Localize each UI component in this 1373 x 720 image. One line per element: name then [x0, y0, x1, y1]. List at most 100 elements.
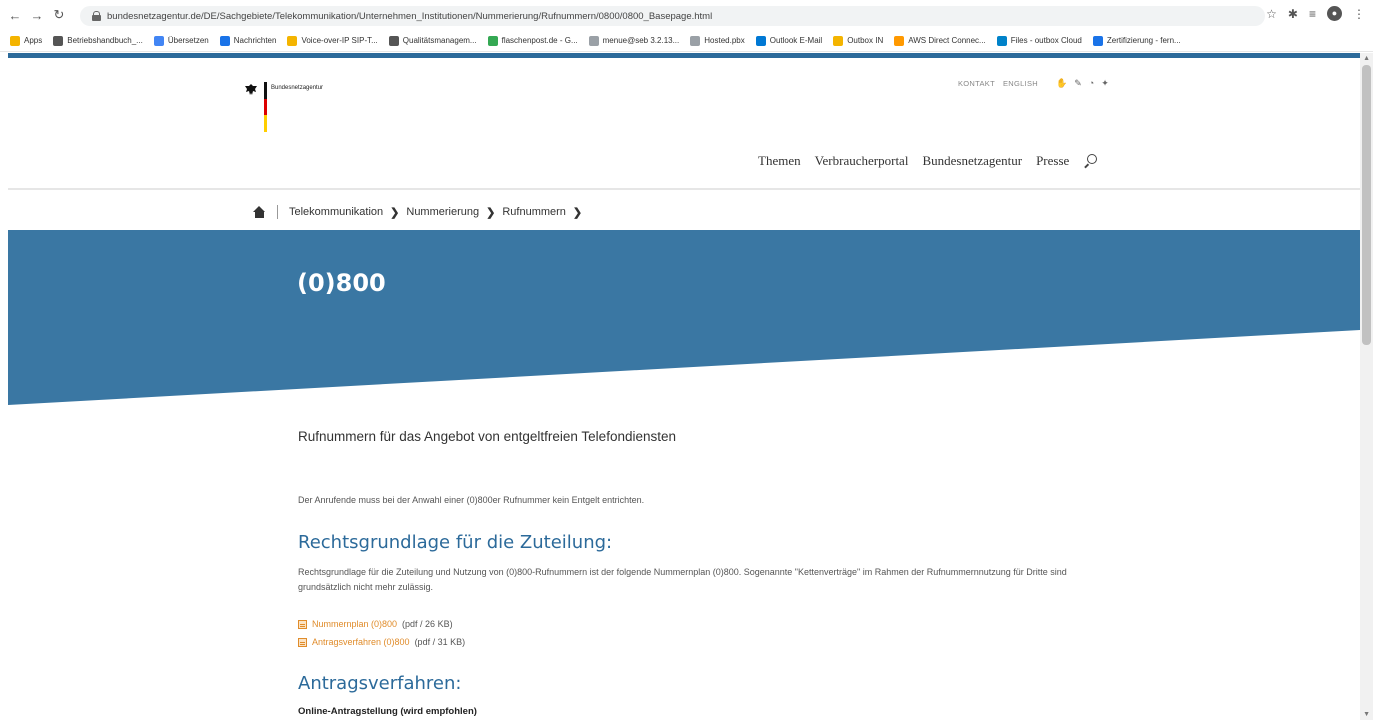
bookmark-label: AWS Direct Connec... [908, 36, 986, 45]
nav-themen[interactable]: Themen [758, 153, 801, 169]
menu-icon[interactable]: ⋮ [1353, 7, 1365, 21]
bookmark-label: Outbox IN [847, 36, 884, 45]
nav-verbraucherportal[interactable]: Verbraucherportal [815, 153, 909, 169]
bookmark-item[interactable]: flaschenpost.de - G... [487, 35, 578, 46]
extension-icon[interactable]: ✱ [1288, 7, 1298, 21]
bookmark-favicon-icon [894, 35, 905, 46]
back-icon[interactable]: ← [4, 8, 26, 23]
site-logo[interactable]: Bundesnetzagentur [244, 82, 324, 133]
bookmark-item[interactable]: Hosted.pbx [690, 35, 745, 46]
bookmark-item[interactable]: Übersetzen [153, 35, 209, 46]
bookmark-label: Übersetzen [167, 36, 209, 45]
forward-icon[interactable]: → [26, 8, 48, 23]
bookmark-label: Voice-over-IP SIP-T... [301, 36, 378, 45]
home-icon[interactable] [253, 206, 266, 218]
page-top-stripe [8, 53, 1360, 58]
chevron-right-icon: ❯ [486, 206, 496, 219]
service-link-kontakt[interactable]: KONTAKT [958, 79, 995, 88]
bookmark-item[interactable]: Apps [10, 35, 43, 46]
pdf-icon [298, 637, 307, 647]
section-heading-rechtsgrundlage: Rechtsgrundlage für die Zuteilung: [298, 532, 613, 553]
chevron-right-icon: ❯ [390, 206, 400, 219]
rss-icon[interactable]: ◔ [1089, 78, 1094, 89]
header-divider [8, 188, 1360, 190]
browser-toolbar: ← → ↻ bundesnetzagentur.de/DE/Sachgebiet… [0, 0, 1373, 30]
bookmark-label: Outlook E-Mail [769, 36, 823, 45]
intro-text: Der Anrufende muss bei der Anwahl einer … [298, 495, 645, 505]
bookmarks-bar: Apps Betriebshandbuch_... Übersetzen Nachri… [0, 30, 1373, 52]
star-icon[interactable]: ☆ [1266, 7, 1277, 21]
scrollbar-thumb[interactable] [1362, 65, 1371, 345]
scroll-down-icon[interactable]: ▼ [1363, 711, 1370, 718]
bookmark-item[interactable]: menue@seb 3.2.13... [588, 35, 680, 46]
profile-icon[interactable]: ● [1327, 6, 1342, 21]
bookmark-label: Betriebshandbuch_... [67, 36, 143, 45]
url-text[interactable]: bundesnetzagentur.de/DE/Sachgebiete/Tele… [107, 11, 712, 22]
german-flag-bar [264, 82, 267, 133]
breadcrumb: Telekommunikation ❯ Nummerierung ❯ Rufnu… [253, 205, 582, 219]
twitter-icon[interactable]: ✦ [1101, 78, 1109, 89]
download-item: Antragsverfahren (0)800 (pdf / 31 KB) [298, 633, 465, 651]
bookmark-item[interactable]: Betriebshandbuch_... [53, 35, 143, 46]
bookmark-label: menue@seb 3.2.13... [602, 36, 680, 45]
search-icon[interactable] [1083, 154, 1098, 168]
logo-text: Bundesnetzagentur [271, 85, 324, 91]
lock-icon [92, 11, 101, 21]
bookmark-item[interactable]: AWS Direct Connec... [894, 35, 986, 46]
breadcrumb-rufnummern[interactable]: Rufnummern [502, 206, 566, 218]
address-bar[interactable]: bundesnetzagentur.de/DE/Sachgebiete/Tele… [80, 6, 1265, 26]
pdf-icon [298, 619, 307, 629]
bookmark-label: Nachrichten [233, 36, 277, 45]
download-link-antragsverfahren[interactable]: Antragsverfahren (0)800 [312, 637, 410, 647]
bookmark-favicon-icon [996, 35, 1007, 46]
bookmark-label: flaschenpost.de - G... [501, 36, 578, 45]
scroll-up-icon[interactable]: ▲ [1363, 55, 1370, 62]
leichte-sprache-icon[interactable]: ✎ [1074, 78, 1082, 89]
bookmark-favicon-icon [690, 35, 701, 46]
bookmark-label: Files - outbox Cloud [1010, 36, 1082, 45]
reading-list-icon[interactable]: ≡ [1309, 7, 1316, 21]
download-link-nummernplan[interactable]: Nummernplan (0)800 [312, 619, 397, 629]
gebaerdensprache-icon[interactable]: ✋ [1056, 78, 1067, 89]
download-meta: (pdf / 26 KB) [402, 619, 453, 629]
service-link-english[interactable]: ENGLISH [1003, 79, 1038, 88]
breadcrumb-telekommunikation[interactable]: Telekommunikation [289, 206, 383, 218]
bookmark-item[interactable]: Qualitätsmanagem... [388, 35, 477, 46]
service-navigation: KONTAKT ENGLISH ✋ ✎ ◔ ✦ [958, 78, 1109, 89]
bookmark-item[interactable]: Voice-over-IP SIP-T... [287, 35, 378, 46]
breadcrumb-nummerierung[interactable]: Nummerierung [406, 206, 479, 218]
bookmark-label: Zertifizierung - fern... [1106, 36, 1181, 45]
bookmark-item[interactable]: Files - outbox Cloud [996, 35, 1082, 46]
bookmark-item[interactable]: Outlook E-Mail [755, 35, 823, 46]
bookmark-label: Qualitätsmanagem... [402, 36, 477, 45]
nav-presse[interactable]: Presse [1036, 153, 1069, 169]
bookmark-favicon-icon [219, 35, 230, 46]
reload-icon[interactable]: ↻ [48, 7, 70, 23]
bookmark-item[interactable]: Nachrichten [219, 35, 277, 46]
bookmark-favicon-icon [833, 35, 844, 46]
bookmark-favicon-icon [388, 35, 399, 46]
download-item: Nummernplan (0)800 (pdf / 26 KB) [298, 615, 465, 633]
bookmark-label: Hosted.pbx [704, 36, 745, 45]
online-application-subheading: Online-Antragstellung (wird empfohlen) [298, 706, 477, 717]
bookmark-item[interactable]: Outbox IN [833, 35, 884, 46]
bookmark-favicon-icon [10, 35, 20, 46]
download-list: Nummernplan (0)800 (pdf / 26 KB) Antrags… [298, 615, 465, 651]
page-title: (0)800 [297, 269, 386, 297]
bookmark-favicon-icon [755, 35, 766, 46]
browser-actions: ☆ ✱ ≡ ● ⋮ [1266, 6, 1365, 21]
scrollbar[interactable]: ▲ ▼ [1360, 53, 1373, 720]
section-heading-antragsverfahren: Antragsverfahren: [298, 673, 462, 694]
nav-bundesnetzagentur[interactable]: Bundesnetzagentur [922, 153, 1022, 169]
main-navigation: Themen Verbraucherportal Bundesnetzagent… [758, 153, 1098, 169]
bookmark-favicon-icon [287, 35, 298, 46]
lead-text: Rufnummern für das Angebot von entgeltfr… [298, 429, 676, 444]
bookmark-item[interactable]: Zertifizierung - fern... [1092, 35, 1181, 46]
download-meta: (pdf / 31 KB) [414, 637, 466, 647]
breadcrumb-divider [277, 205, 278, 219]
bookmark-favicon-icon [588, 35, 599, 46]
bookmark-favicon-icon [1092, 35, 1103, 46]
bookmark-label: Apps [24, 36, 43, 45]
hero-banner: (0)800 [8, 230, 1360, 405]
bookmark-favicon-icon [487, 35, 498, 46]
